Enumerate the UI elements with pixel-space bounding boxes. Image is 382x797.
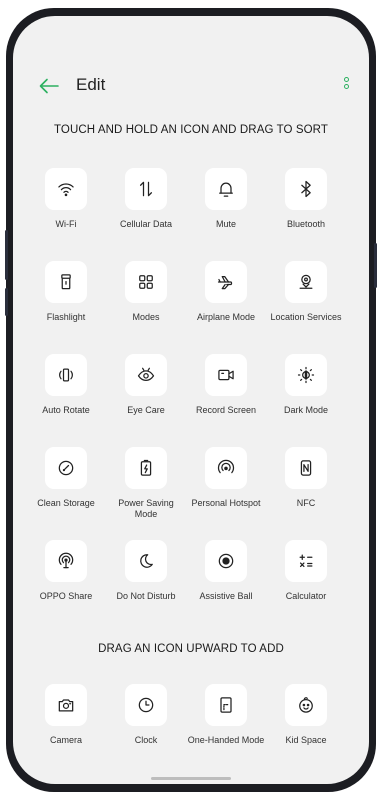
video-camera-icon (205, 354, 247, 396)
home-indicator (151, 777, 231, 780)
tile-one-handed-mode[interactable]: One-Handed Mode (186, 684, 266, 746)
tile-nfc[interactable]: NFC (266, 447, 346, 509)
tile-power-saving-mode[interactable]: Power Saving Mode (106, 447, 186, 520)
tile-label: Record Screen (195, 405, 257, 415)
tile-calculator[interactable]: Calculator (266, 540, 346, 602)
tile-label: Location Services (270, 312, 342, 322)
tile-modes[interactable]: Modes (106, 261, 186, 323)
more-dot (343, 77, 349, 82)
tile-personal-hotspot[interactable]: Personal Hotspot (186, 447, 266, 509)
flashlight-icon (45, 261, 87, 303)
bluetooth-icon (285, 168, 327, 210)
tile-wi-fi[interactable]: Wi-Fi (26, 168, 106, 230)
tile-label: Wi-Fi (55, 219, 77, 229)
modes-grid-icon (125, 261, 167, 303)
sun-icon (285, 354, 327, 396)
rotate-icon (45, 354, 87, 396)
tile-clock[interactable]: Clock (106, 684, 186, 746)
tile-label: Flashlight (46, 312, 86, 322)
tile-label: Cellular Data (119, 219, 173, 229)
tile-label: One-Handed Mode (187, 735, 265, 745)
back-arrow-icon (39, 78, 59, 94)
clock-icon (125, 684, 167, 726)
active-section-title: TOUCH AND HOLD AN ICON AND DRAG TO SORT (54, 124, 328, 136)
tile-label: Assistive Ball (199, 591, 253, 601)
tile-location-services[interactable]: Location Services (266, 261, 346, 323)
airplane-icon (205, 261, 247, 303)
calculator-icon (285, 540, 327, 582)
tile-label: Calculator (285, 591, 327, 601)
tile-label: Bluetooth (286, 219, 326, 229)
tile-label: Clean Storage (37, 498, 95, 508)
nfc-icon (285, 447, 327, 489)
kid-face-icon (285, 684, 327, 726)
more-options-button[interactable] (341, 77, 351, 97)
eye-icon (125, 354, 167, 396)
tile-airplane-mode[interactable]: Airplane Mode (186, 261, 266, 323)
header: Edit (13, 74, 369, 98)
tile-label: OPPO Share (39, 591, 93, 601)
wifi-icon (45, 168, 87, 210)
moon-icon (125, 540, 167, 582)
tile-label: Mute (215, 219, 236, 229)
tile-label: Kid Space (285, 735, 327, 745)
tile-cellular-data[interactable]: Cellular Data (106, 168, 186, 230)
side-button (374, 243, 377, 288)
tile-kid-space[interactable]: Kid Space (266, 684, 346, 746)
camera-icon (45, 684, 87, 726)
tile-label: NFC (296, 498, 316, 508)
screen: Edit TOUCH AND HOLD AN ICON AND DRAG TO … (13, 16, 369, 784)
one-handed-icon (205, 684, 247, 726)
tile-flashlight[interactable]: Flashlight (26, 261, 106, 323)
battery-icon (125, 447, 167, 489)
tile-label: Camera (49, 735, 82, 745)
tile-label: Dark Mode (283, 405, 328, 415)
tile-mute[interactable]: Mute (186, 168, 266, 230)
target-dot-icon (205, 540, 247, 582)
gauge-icon (45, 447, 87, 489)
tile-clean-storage[interactable]: Clean Storage (26, 447, 106, 509)
tile-do-not-disturb[interactable]: Do Not Disturb (106, 540, 186, 602)
side-button (5, 230, 8, 280)
tile-label: Auto Rotate (42, 405, 90, 415)
tile-label: Modes (132, 312, 160, 322)
back-button[interactable] (37, 74, 61, 98)
tile-label: Eye Care (127, 405, 165, 415)
tile-label: Airplane Mode (196, 312, 256, 322)
tile-record-screen[interactable]: Record Screen (186, 354, 266, 416)
tile-oppo-share[interactable]: OPPO Share (26, 540, 106, 602)
tile-bluetooth[interactable]: Bluetooth (266, 168, 346, 230)
tile-auto-rotate[interactable]: Auto Rotate (26, 354, 106, 416)
tile-camera[interactable]: Camera (26, 684, 106, 746)
page-title: Edit (76, 75, 106, 94)
tile-label: Do Not Disturb (116, 591, 176, 601)
tile-label: Clock (134, 735, 158, 745)
more-dot (343, 84, 349, 89)
bell-icon (205, 168, 247, 210)
location-icon (285, 261, 327, 303)
tile-label: Power Saving Mode (118, 498, 174, 519)
side-button (5, 288, 8, 316)
tile-label: Personal Hotspot (191, 498, 261, 508)
tile-assistive-ball[interactable]: Assistive Ball (186, 540, 266, 602)
tile-dark-mode[interactable]: Dark Mode (266, 354, 346, 416)
add-section-title: DRAG AN ICON UPWARD TO ADD (98, 643, 284, 655)
share-broadcast-icon (45, 540, 87, 582)
hotspot-icon (205, 447, 247, 489)
cellular-data-icon (125, 168, 167, 210)
tile-eye-care[interactable]: Eye Care (106, 354, 186, 416)
